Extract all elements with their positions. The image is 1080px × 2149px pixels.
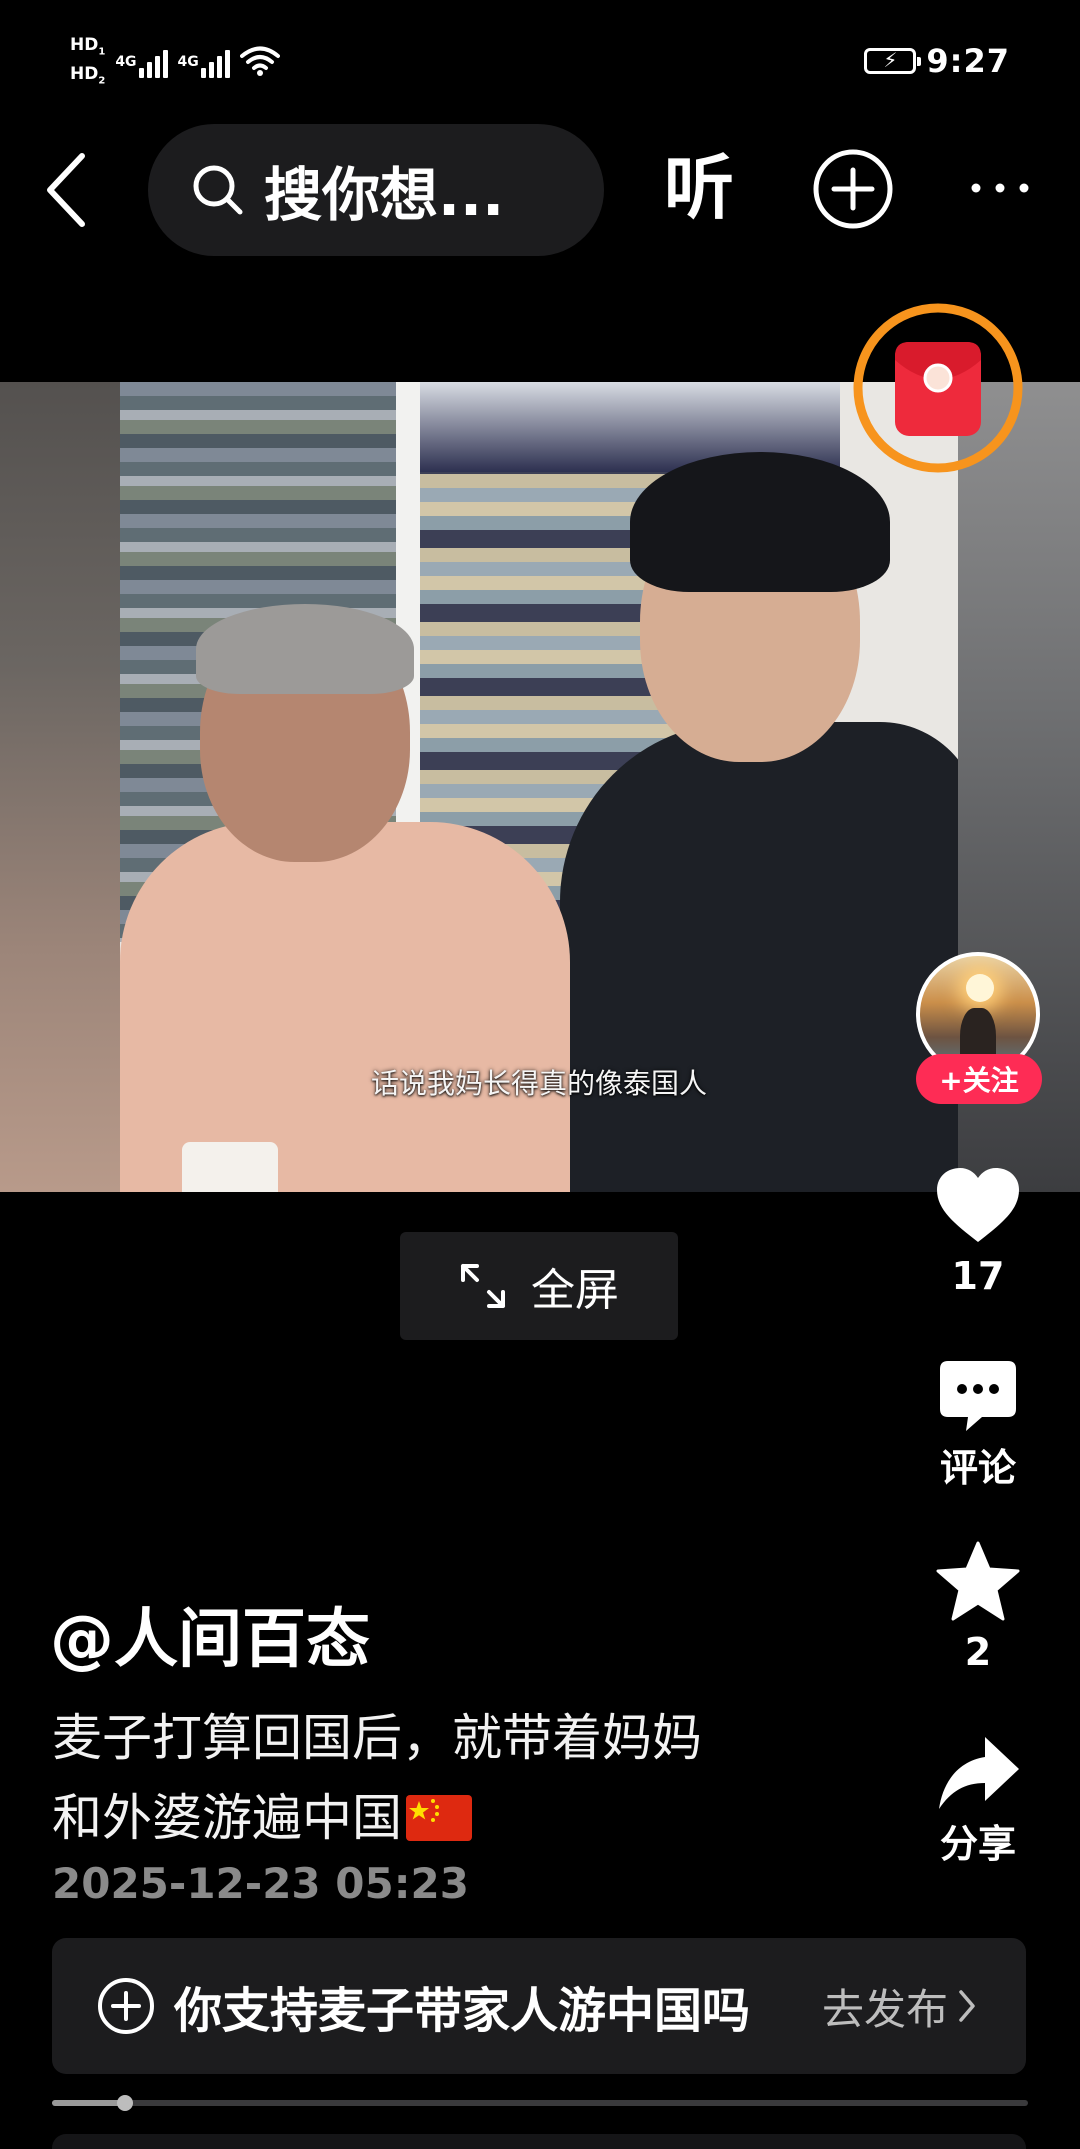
fullscreen-button[interactable]: 全屏: [400, 1232, 678, 1340]
chevron-left-icon: [47, 153, 85, 227]
share-label: 分享: [939, 1822, 1016, 1866]
comment-button[interactable]: 评论: [920, 1352, 1036, 1490]
video-frame: 话说我妈长得真的像泰国人: [120, 382, 958, 1192]
progress-fill: [52, 2100, 126, 2106]
like-button[interactable]: 17: [920, 1160, 1036, 1298]
signal-bars-icon: [138, 48, 168, 79]
back-button[interactable]: [36, 150, 96, 230]
signal-sim2: 4G: [177, 48, 230, 79]
comment-bubble-icon: [933, 1352, 1023, 1442]
red-envelope-icon: [853, 303, 1023, 473]
expand-icon: [461, 1264, 505, 1308]
bottom-sheet-edge: [52, 2134, 1026, 2149]
video-subtitle: 话说我妈长得真的像泰国人: [370, 1067, 707, 1100]
network-type-2: 4G: [177, 54, 199, 71]
hd-indicators: HD1 HD2: [70, 36, 105, 91]
tea-cup: [182, 1142, 278, 1192]
wifi-icon: [239, 45, 280, 81]
status-right: ⚡ 9:27: [864, 42, 1010, 80]
search-box[interactable]: 搜你想...: [148, 124, 604, 256]
avatar-sun: [966, 974, 994, 1002]
topic-text: 你支持麦子带家人游中国吗: [174, 1983, 751, 2039]
top-nav: 搜你想... 听: [0, 120, 1080, 260]
author-avatar-group[interactable]: +关注: [916, 952, 1044, 1104]
video-blur-left: [0, 382, 120, 1192]
fullscreen-label: 全屏: [531, 1265, 619, 1316]
author-name[interactable]: @人间百态: [50, 1600, 370, 1680]
follow-button[interactable]: +关注: [916, 1054, 1042, 1104]
desc-line-1: 麦子打算回国后，就带着妈妈: [52, 1709, 702, 1767]
more-button[interactable]: [964, 158, 1036, 218]
publish-label: 去发布: [821, 1984, 948, 2034]
network-type-1: 4G: [115, 54, 137, 71]
clock: 9:27: [926, 42, 1010, 80]
status-bar: HD1 HD2 4G 4G ⚡ 9:27: [0, 0, 1080, 130]
older-man-hair: [196, 604, 414, 694]
desc-line-2: 和外婆游遍中国: [52, 1778, 812, 1858]
video-progress-bar[interactable]: [52, 2095, 1028, 2111]
plus-circle-icon: [813, 149, 893, 229]
older-man-shirt: [120, 822, 570, 1192]
collect-button[interactable]: 2: [920, 1536, 1036, 1674]
collect-count: 2: [964, 1630, 992, 1674]
battery-icon: ⚡: [864, 48, 922, 74]
status-left: HD1 HD2 4G 4G: [70, 36, 280, 91]
more-dots-icon: [971, 183, 1029, 193]
desc-line-2-text: 和外婆游遍中国: [52, 1789, 402, 1847]
search-icon: [190, 162, 246, 218]
comment-label: 评论: [939, 1446, 1016, 1490]
post-description: 麦子打算回国后，就带着妈妈 和外婆游遍中国: [52, 1698, 812, 1858]
china-flag-icon: [406, 1794, 472, 1841]
publish-link[interactable]: 去发布: [822, 1938, 976, 2074]
chevron-right-icon: [959, 1990, 975, 2022]
heart-icon: [933, 1160, 1023, 1250]
hd2-indicator: HD2: [70, 64, 106, 87]
signal-bars-icon: [200, 48, 230, 79]
progress-knob[interactable]: [117, 2095, 134, 2111]
like-count: 17: [951, 1254, 1005, 1298]
topic-bar[interactable]: 你支持麦子带家人游中国吗 去发布: [52, 1938, 1026, 2074]
young-man-hair: [630, 452, 890, 592]
share-arrow-icon: [933, 1728, 1023, 1818]
signal-sim1: 4G: [115, 48, 168, 79]
add-button[interactable]: [812, 148, 894, 230]
listen-button[interactable]: 听: [664, 146, 734, 230]
post-timestamp: 2025-12-23 05:23: [52, 1859, 469, 1908]
hd1-indicator: HD1: [70, 35, 106, 58]
star-icon: [933, 1536, 1023, 1626]
share-button[interactable]: 分享: [920, 1728, 1036, 1866]
search-placeholder: 搜你想...: [264, 161, 505, 229]
red-envelope-button[interactable]: [852, 302, 1024, 474]
video-detail-screen: HD1 HD2 4G 4G ⚡ 9:27 搜你想... 听 话说我妈长得真的像泰…: [0, 0, 1080, 2149]
plus-circle-icon: [98, 1978, 154, 2034]
young-man-jacket: [560, 722, 958, 1192]
